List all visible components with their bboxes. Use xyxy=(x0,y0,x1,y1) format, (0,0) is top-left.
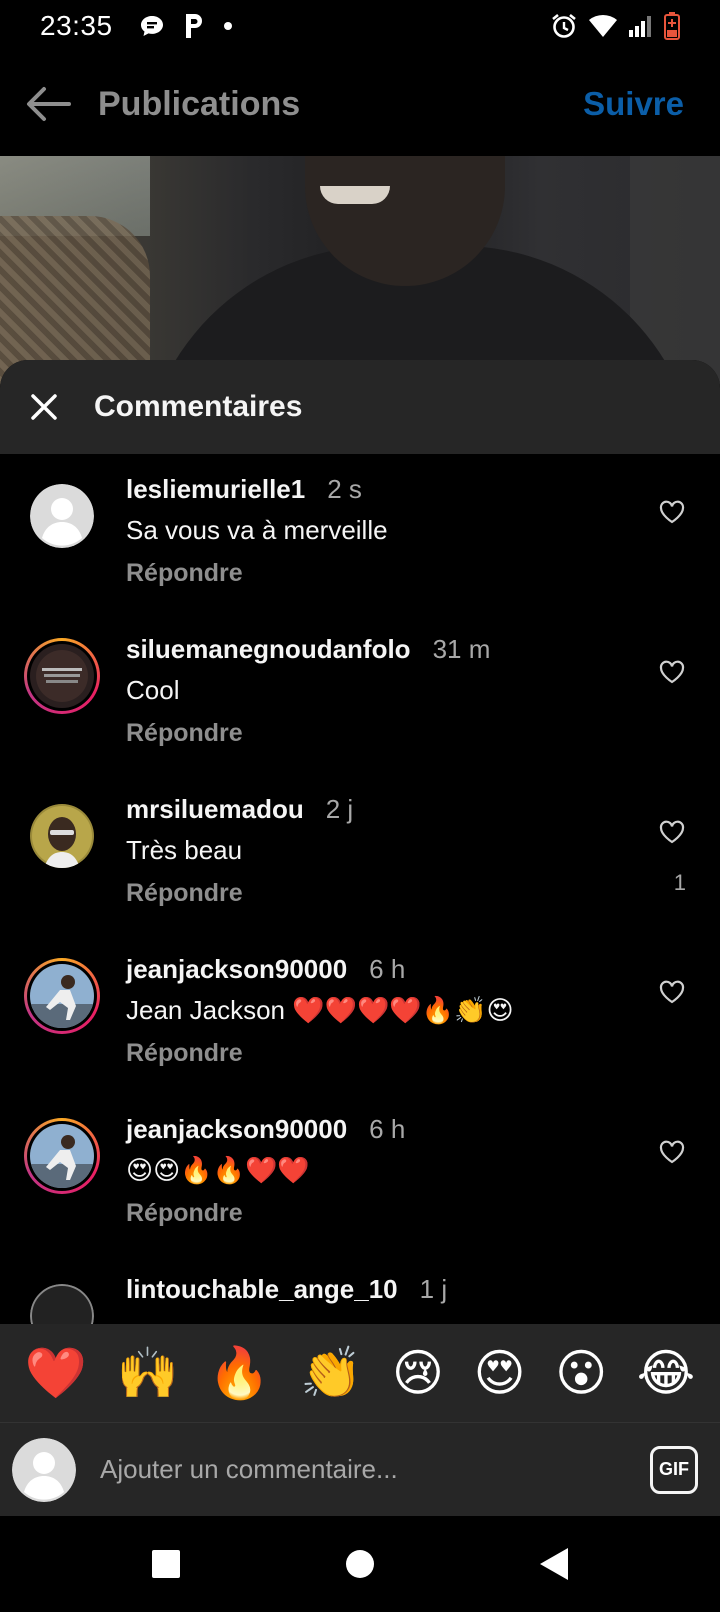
comment-time: 2 s xyxy=(327,474,362,504)
status-notification-icons xyxy=(139,12,233,40)
comment-username[interactable]: jeanjackson90000 xyxy=(126,954,347,985)
recents-button[interactable] xyxy=(144,1542,188,1586)
comments-title: Commentaires xyxy=(94,390,303,423)
top-header: Publications Suivre xyxy=(0,52,720,156)
comment-item: jeanjackson90000 6 h Jean Jackson ❤️❤️❤️… xyxy=(0,934,720,1098)
heart-icon xyxy=(659,820,685,844)
like-button[interactable] xyxy=(654,1134,690,1170)
avatar-story-ring[interactable] xyxy=(24,638,100,714)
parking-icon xyxy=(183,12,205,40)
comment-username[interactable]: lintouchable_ange_10 xyxy=(126,1274,398,1305)
comment-time: 6 h xyxy=(369,954,406,984)
square-icon xyxy=(152,1550,180,1578)
comment-time: 2 j xyxy=(325,794,354,824)
triangle-back-icon xyxy=(540,1548,568,1580)
heart-icon xyxy=(659,980,685,1004)
follow-button[interactable]: Suivre xyxy=(583,85,684,123)
emoji-clapping[interactable]: 👏 xyxy=(300,1348,362,1398)
comment-username[interactable]: siluemanegnoudanfolo xyxy=(126,634,411,665)
signal-icon xyxy=(628,14,654,38)
avatar xyxy=(30,1124,94,1188)
avatar[interactable] xyxy=(30,804,94,868)
page-title: Publications xyxy=(98,84,301,123)
arrow-left-icon xyxy=(27,87,71,121)
comment-input[interactable] xyxy=(100,1454,650,1485)
heart-icon xyxy=(659,500,685,524)
avatar-story-ring[interactable] xyxy=(24,1118,100,1194)
emoji-crying[interactable]: 😢 xyxy=(392,1348,444,1398)
back-nav-button[interactable] xyxy=(532,1542,576,1586)
back-button[interactable] xyxy=(24,80,72,128)
avatar-story-ring[interactable] xyxy=(24,958,100,1034)
heart-icon xyxy=(659,660,685,684)
emoji-quick-bar: ❤️ 🙌 🔥 👏 😢 😍 😮 😂 xyxy=(0,1324,720,1422)
avatar xyxy=(30,644,94,708)
comment-text: Sa vous va à merveille xyxy=(126,515,388,545)
gif-label: GIF xyxy=(659,1459,689,1479)
comment-time: 31 m xyxy=(432,634,491,664)
comment-item: siluemanegnoudanfolo 31 m Cool Répondre xyxy=(0,614,720,778)
circle-icon xyxy=(346,1550,374,1578)
emoji-laughing[interactable]: 😂 xyxy=(637,1348,695,1398)
wifi-icon xyxy=(588,14,618,38)
avatar xyxy=(30,964,94,1028)
status-bar: 23:35 xyxy=(0,0,720,52)
alarm-icon xyxy=(550,12,578,40)
reply-button[interactable]: Répondre xyxy=(126,879,243,908)
emoji-heart[interactable]: ❤️ xyxy=(25,1348,87,1398)
comment-item: lesliemurielle1 2 s Sa vous va à merveil… xyxy=(0,454,720,618)
comment-item: jeanjackson90000 6 h 😍😍🔥🔥❤️❤️ Répondre xyxy=(0,1094,720,1258)
like-count: 1 xyxy=(673,870,686,895)
heart-icon xyxy=(659,1140,685,1164)
emoji-heart-eyes[interactable]: 😍 xyxy=(474,1348,526,1398)
comment-text: Très beau xyxy=(126,835,243,865)
close-button[interactable] xyxy=(22,385,66,429)
comment-text: Cool xyxy=(126,675,180,705)
reply-button[interactable]: Répondre xyxy=(126,1039,243,1068)
comment-time: 1 j xyxy=(419,1274,448,1304)
battery-icon xyxy=(664,12,680,40)
comment-input-bar: GIF xyxy=(0,1422,720,1516)
comment-time: 6 h xyxy=(369,1114,406,1144)
post-video[interactable] xyxy=(0,156,720,386)
gif-button[interactable]: GIF xyxy=(650,1445,698,1494)
comment-username[interactable]: jeanjackson90000 xyxy=(126,1114,347,1145)
comments-sheet-header: Commentaires xyxy=(0,360,720,454)
like-button[interactable] xyxy=(654,654,690,690)
comment-username[interactable]: lesliemurielle1 xyxy=(126,474,305,505)
comment-text: 😍😍🔥🔥❤️❤️ xyxy=(126,1155,310,1185)
comments-list[interactable]: lesliemurielle1 2 s Sa vous va à merveil… xyxy=(0,454,720,1460)
status-system-icons xyxy=(550,12,680,40)
emoji-raising-hands[interactable]: 🙌 xyxy=(117,1348,179,1398)
like-button[interactable] xyxy=(654,494,690,530)
comment-text: Jean Jackson ❤️❤️❤️❤️🔥👏😍 xyxy=(126,995,514,1025)
emoji-fire[interactable]: 🔥 xyxy=(208,1348,270,1398)
status-time: 23:35 xyxy=(40,10,113,41)
close-icon xyxy=(31,394,57,420)
reply-button[interactable]: Répondre xyxy=(126,1199,243,1228)
like-button[interactable] xyxy=(654,974,690,1010)
reply-button[interactable]: Répondre xyxy=(126,559,243,588)
system-nav-bar xyxy=(0,1516,720,1612)
comment-item: mrsiluemadou 2 j Très beau Répondre 1 xyxy=(0,774,720,938)
emoji-surprised[interactable]: 😮 xyxy=(555,1348,607,1398)
home-button[interactable] xyxy=(338,1542,382,1586)
like-button[interactable] xyxy=(654,814,690,850)
avatar xyxy=(12,1437,76,1502)
reply-button[interactable]: Répondre xyxy=(126,719,243,748)
chat-bubble-icon xyxy=(139,14,165,38)
dot-icon xyxy=(223,21,233,31)
comment-username[interactable]: mrsiluemadou xyxy=(126,794,304,825)
avatar[interactable] xyxy=(30,484,94,548)
